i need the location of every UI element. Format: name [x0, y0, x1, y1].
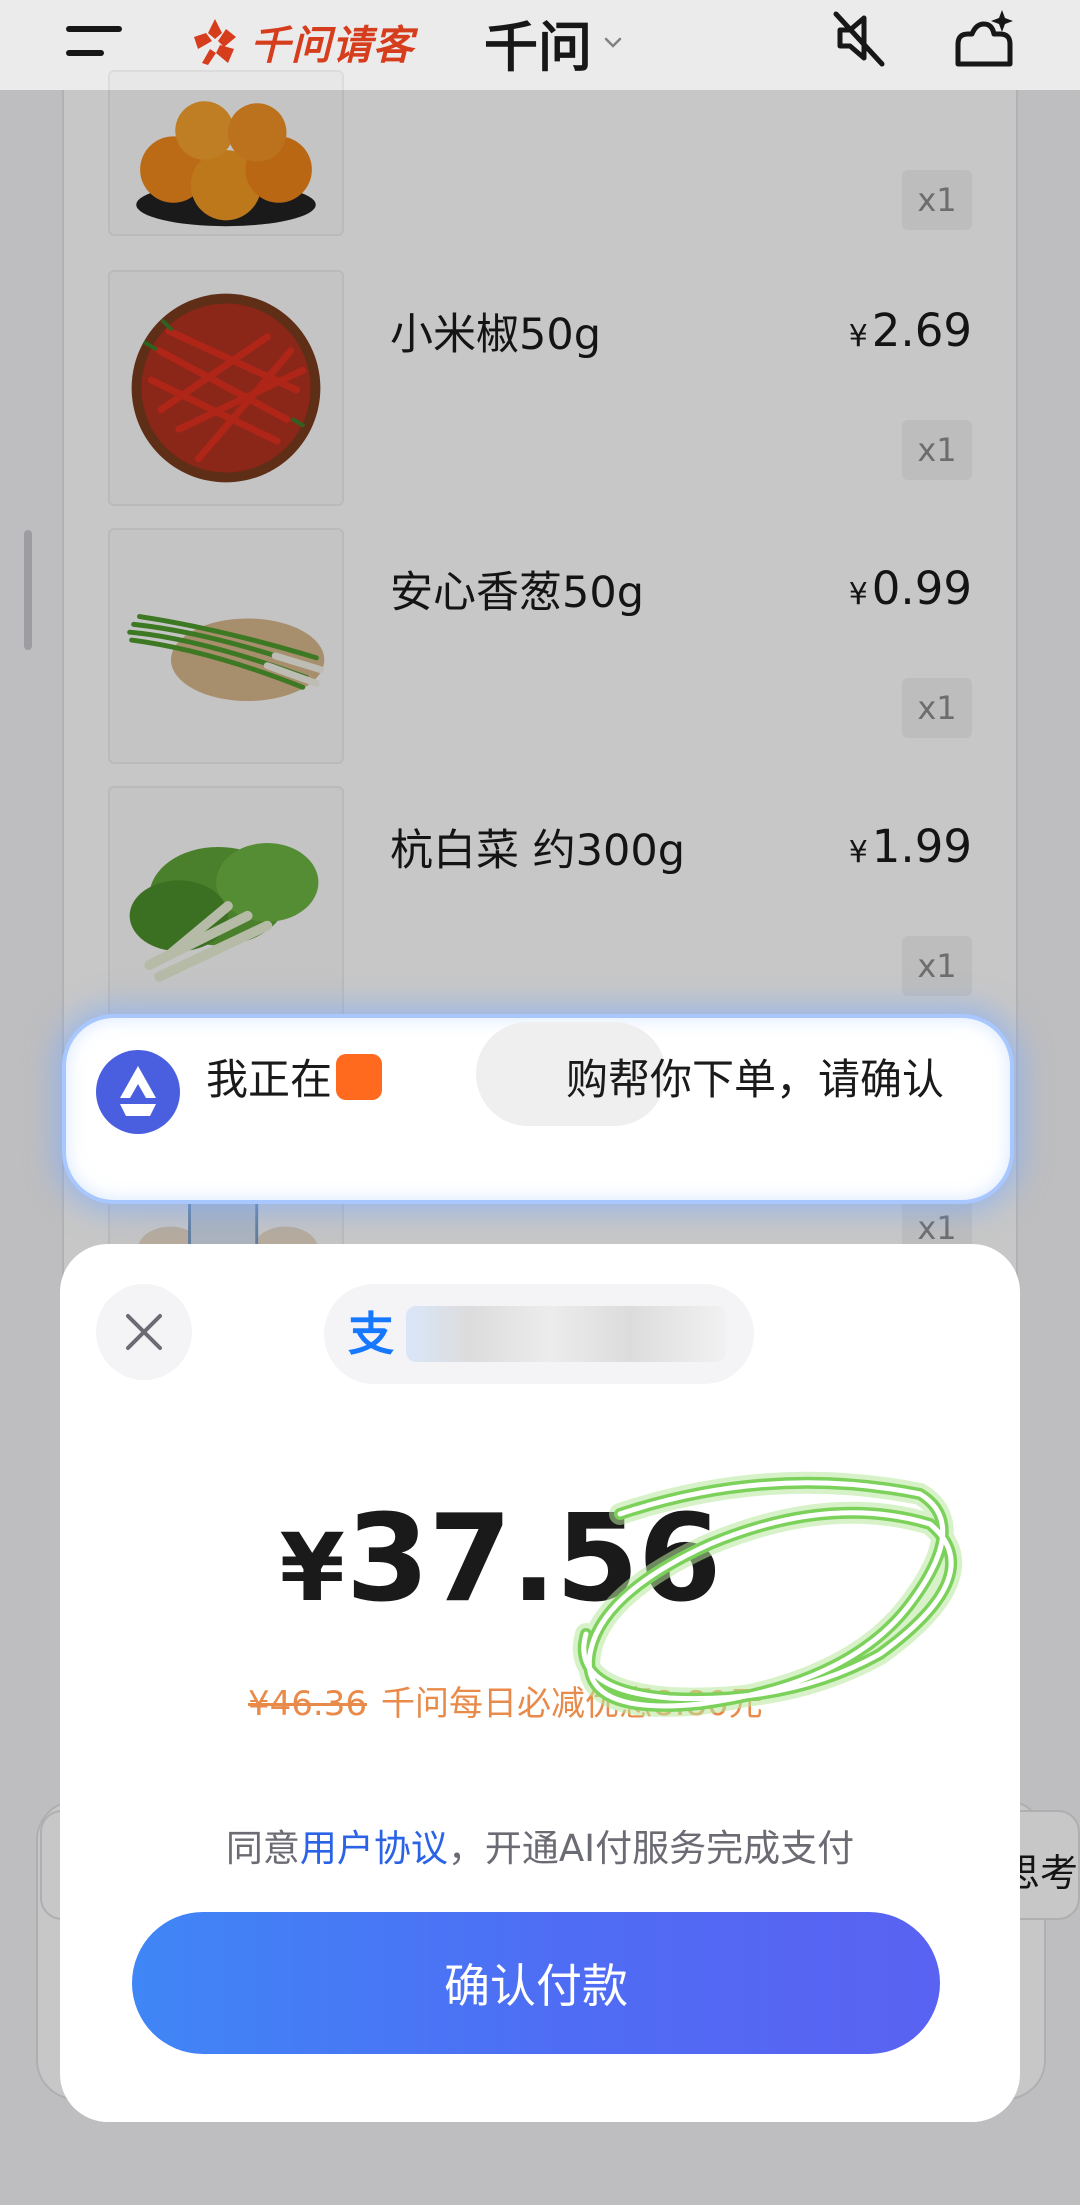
taobao-flash-icon — [336, 1054, 383, 1100]
agreement-prefix: 同意 — [225, 1827, 300, 1870]
header-dim — [0, 0, 1080, 90]
original-price: ¥46.36 — [248, 1684, 367, 1724]
amount-value: 37.56 — [345, 1490, 722, 1629]
status-text-after: 购帮你下单，请确认 — [566, 1055, 945, 1104]
alipay-icon: 支 — [348, 1307, 394, 1361]
redacted-text — [386, 1060, 566, 1100]
agent-status-banner: 我正在 购帮你下单，请确认 — [62, 1014, 1014, 1204]
redacted-account — [406, 1306, 726, 1362]
agreement-text: 同意用户协议，开通AI付服务完成支付 — [60, 1818, 1020, 1872]
discount-info: ¥46.36 千问每日必减优惠8.80元 — [248, 1676, 763, 1725]
currency-symbol: ¥ — [279, 1514, 345, 1623]
agreement-suffix: ，开通AI付服务完成支付 — [447, 1827, 855, 1870]
status-text-before: 我正在 — [206, 1055, 333, 1104]
user-agreement-link[interactable]: 用户协议 — [300, 1827, 448, 1870]
payment-amount: ¥37.56 — [60, 1490, 940, 1629]
payment-sheet: 支 ¥37.56 ¥46.36 千问每日必减优惠8.80元 同意用户协议，开通AI… — [60, 1244, 1020, 2122]
close-icon — [126, 1314, 162, 1350]
confirm-payment-button[interactable]: 确认付款 — [132, 1912, 940, 2054]
agent-status-text: 我正在 购帮你下单，请确认 — [206, 1050, 1006, 1110]
svg-text:支: 支 — [348, 1307, 394, 1361]
discount-text: 千问每日必减优惠8.80元 — [380, 1684, 763, 1724]
payment-account-selector[interactable]: 支 — [324, 1284, 754, 1384]
qianwen-logo-icon — [96, 1050, 180, 1134]
close-button[interactable] — [96, 1284, 192, 1380]
